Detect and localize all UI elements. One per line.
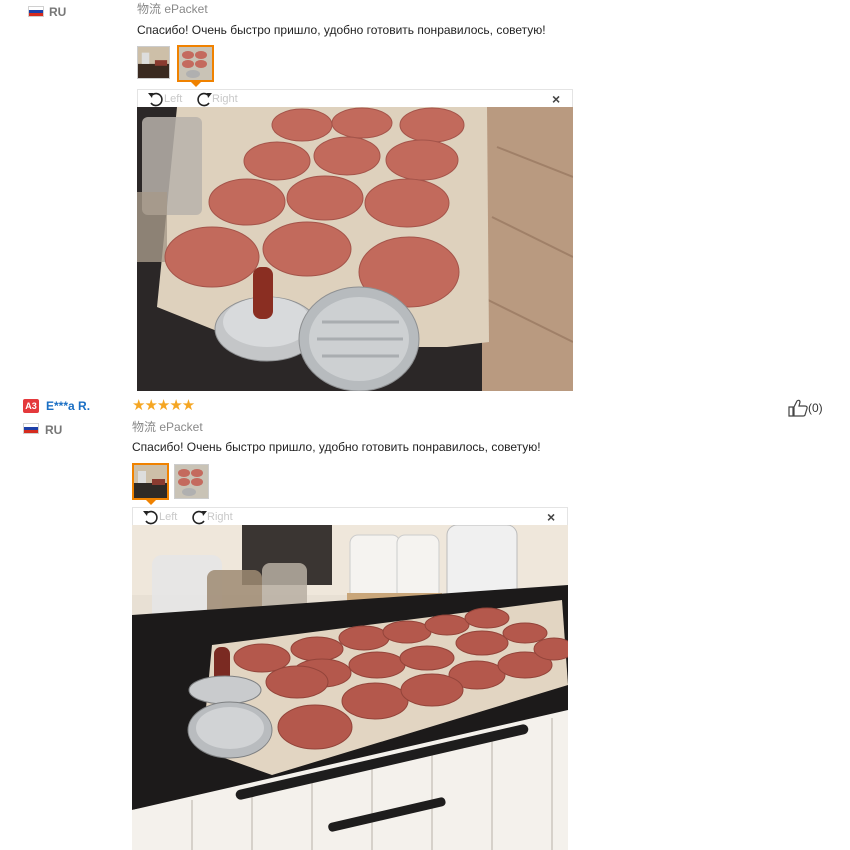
image-viewer-toolbar: Left Right × xyxy=(132,507,568,525)
russia-flag-icon xyxy=(28,6,44,17)
rotate-left-icon xyxy=(148,92,163,107)
thumbnail-image xyxy=(134,465,167,498)
thumbnail-image xyxy=(138,47,169,78)
rotate-right-button[interactable]: Right xyxy=(189,508,233,526)
rotate-right-icon xyxy=(192,510,207,525)
helpful-count: (0) xyxy=(808,401,823,415)
rotate-right-label: Right xyxy=(207,511,233,523)
review-thumbnail-1[interactable] xyxy=(137,46,170,79)
review-thumbnail-2-active[interactable] xyxy=(177,45,214,82)
review-thumbnail-1-active[interactable] xyxy=(132,463,169,500)
review-text: Спасибо! Очень быстро пришло, удобно гот… xyxy=(137,23,546,37)
close-viewer-button[interactable]: × xyxy=(552,91,560,107)
rotate-left-label: Left xyxy=(159,511,178,523)
thumbnail-image xyxy=(175,465,208,498)
rotate-left-button[interactable]: Left xyxy=(146,90,182,108)
active-thumbnail-pointer xyxy=(146,500,156,505)
reviewer-name[interactable]: E***a R. xyxy=(46,399,90,413)
country-code: RU xyxy=(49,5,67,19)
review-thumbnail-2[interactable] xyxy=(174,464,209,499)
shipping-method: 物流 ePacket xyxy=(137,2,208,16)
kitchen-patties-photo xyxy=(132,525,568,850)
rotate-left-icon xyxy=(143,510,158,525)
thumbs-up-icon xyxy=(788,399,808,417)
russia-flag-icon xyxy=(23,423,39,434)
thumbnail-image xyxy=(179,47,212,80)
rotate-left-button[interactable]: Left xyxy=(141,508,177,526)
star-rating: ★★★★★ xyxy=(132,397,195,414)
shipping-method: 物流 ePacket xyxy=(132,420,203,434)
image-viewer-toolbar: Left Right × xyxy=(137,89,573,107)
rotate-right-button[interactable]: Right xyxy=(194,90,238,108)
rotate-left-label: Left xyxy=(164,93,183,105)
review-photo-large xyxy=(132,525,568,850)
burger-patties-photo xyxy=(137,107,573,391)
rotate-right-icon xyxy=(197,92,212,107)
rotate-right-label: Right xyxy=(212,93,238,105)
active-thumbnail-pointer xyxy=(191,82,201,87)
country-code: RU xyxy=(45,423,63,437)
close-viewer-button[interactable]: × xyxy=(547,509,555,525)
helpful-button[interactable]: (0) xyxy=(788,399,823,417)
user-level-badge: A3 xyxy=(23,399,39,413)
review-text: Спасибо! Очень быстро пришло, удобно гот… xyxy=(132,440,541,454)
review-photo-large xyxy=(137,107,573,391)
